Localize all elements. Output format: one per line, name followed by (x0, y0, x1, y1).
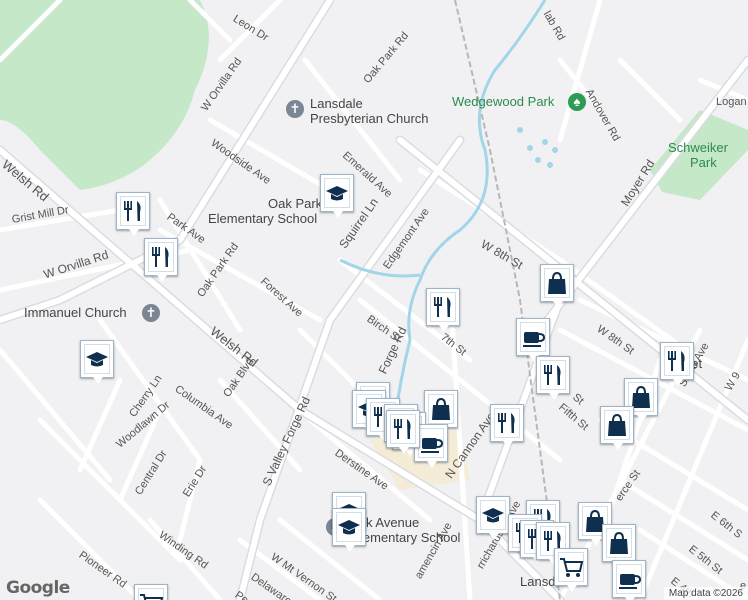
google-logo: Google (6, 578, 70, 598)
restaurant-marker[interactable] (536, 356, 570, 400)
place-name-immanuel-church[interactable]: Immanuel Church (24, 305, 127, 320)
map-canvas[interactable]: Leon Dr W Orvilla Rd Oak Park Rd Woodsid… (0, 0, 748, 600)
cafe-marker[interactable] (516, 318, 550, 362)
tree-icon: ♠ (568, 93, 586, 111)
graduation-cap-icon (326, 186, 348, 201)
coffee-cup-icon (421, 438, 444, 453)
shopping-marker[interactable] (540, 264, 574, 308)
map-base-layer (0, 0, 748, 600)
cross-icon: ✝ (286, 100, 304, 118)
shopping-bag-icon (610, 531, 628, 554)
fork-knife-icon (394, 419, 411, 439)
place-name-line2[interactable]: Elementary School (208, 211, 317, 226)
school-marker[interactable] (320, 174, 354, 218)
shopping-bag-icon (608, 413, 626, 436)
cross-icon: ✝ (142, 304, 160, 322)
restaurant-marker[interactable] (660, 342, 694, 386)
shopping-marker[interactable] (424, 390, 458, 434)
shopping-marker[interactable] (600, 406, 634, 450)
fork-knife-icon (434, 297, 451, 317)
place-name-line1[interactable]: k Avenue (366, 515, 419, 530)
school-marker[interactable] (332, 508, 366, 552)
place-name-line1[interactable]: Schweiker (668, 140, 728, 155)
school-marker[interactable] (476, 496, 510, 540)
shopping-bag-icon (548, 271, 566, 294)
fork-knife-icon (124, 201, 141, 221)
fork-knife-icon (152, 247, 169, 267)
place-name-line1[interactable]: Lansdale (310, 96, 363, 111)
grocery-marker[interactable] (134, 584, 168, 600)
shopping-cart-icon (560, 558, 584, 577)
place-name-wedgewood-park[interactable]: Wedgewood Park (452, 94, 554, 109)
fork-knife-icon (498, 413, 515, 433)
graduation-cap-icon (86, 352, 108, 367)
graduation-cap-icon (482, 508, 504, 523)
restaurant-marker[interactable] (386, 410, 420, 454)
restaurant-marker[interactable] (144, 238, 178, 282)
place-name-line2[interactable]: Park (690, 155, 717, 170)
fork-knife-icon (668, 351, 685, 371)
fork-knife-icon (544, 365, 561, 385)
coffee-cup-icon (523, 332, 546, 347)
street-label-logan: Logan (716, 96, 747, 108)
shopping-marker[interactable] (602, 524, 636, 568)
school-marker[interactable] (80, 340, 114, 384)
place-name-line2[interactable]: Presbyterian Church (310, 111, 429, 126)
coffee-cup-icon (619, 574, 642, 589)
place-name-line2[interactable]: lementary School (360, 530, 460, 545)
restaurant-marker[interactable] (426, 288, 460, 332)
map-attribution: Map data ©2026 (663, 587, 748, 600)
grocery-marker[interactable] (554, 548, 588, 592)
cafe-marker[interactable] (612, 560, 646, 600)
restaurant-marker[interactable] (490, 404, 524, 448)
shopping-cart-icon (140, 594, 164, 600)
place-name-line1[interactable]: Oak Park (268, 196, 322, 211)
shopping-bag-icon (432, 397, 450, 420)
restaurant-marker[interactable] (116, 192, 150, 236)
graduation-cap-icon (338, 520, 360, 535)
